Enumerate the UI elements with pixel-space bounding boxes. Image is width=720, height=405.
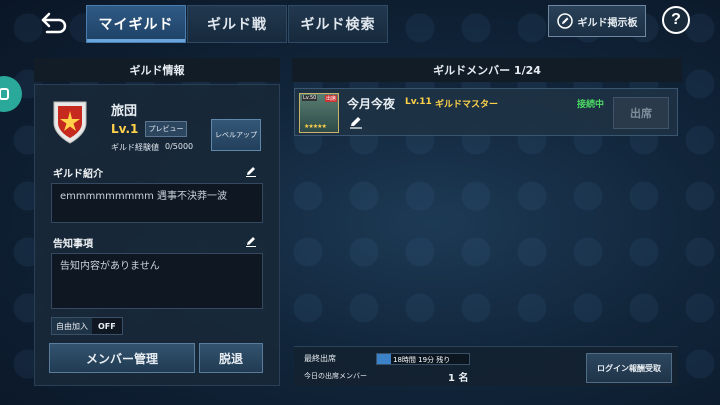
tab-my-guild[interactable]: マイギルド bbox=[86, 5, 186, 43]
guild-level: Lv.1 bbox=[111, 122, 139, 136]
today-attendance-count: 1 名 bbox=[448, 373, 469, 384]
member-status: 接続中 bbox=[577, 100, 605, 110]
guild-exp-value: 0/5000 bbox=[165, 142, 194, 151]
help-button[interactable]: ? bbox=[662, 6, 690, 34]
member-manage-button[interactable]: メンバー管理 bbox=[49, 343, 195, 373]
member-level: Lv.11 bbox=[405, 97, 432, 107]
top-bar: マイギルド ギルド戦 ギルド検索 ギルド掲示板 ? bbox=[0, 0, 720, 44]
last-attendance-label: 最終出席 bbox=[304, 354, 336, 363]
member-name: 今月今夜 bbox=[347, 97, 396, 111]
member-row[interactable]: Lv.50 出席 ★★★★★ 今月今夜 Lv.11 ギルドマスター 接続中 出席 bbox=[294, 88, 678, 136]
tab-guild-search[interactable]: ギルド検索 bbox=[288, 5, 388, 43]
avatar-stars: ★★★★★ bbox=[304, 123, 327, 130]
auto-join-toggle[interactable]: OFF bbox=[92, 318, 122, 334]
member-role: ギルドマスター bbox=[435, 100, 499, 110]
guild-exp-label: ギルド経験値 bbox=[111, 143, 159, 152]
side-menu-icon bbox=[0, 88, 9, 100]
pencil-circle-icon bbox=[556, 13, 573, 29]
back-arrow-icon bbox=[41, 12, 67, 34]
notice-label: 告知事項 bbox=[53, 239, 93, 250]
edit-member-icon[interactable] bbox=[349, 115, 363, 129]
tab-guild-battle[interactable]: ギルド戦 bbox=[187, 5, 287, 43]
auto-join-control: 自由加入 OFF bbox=[51, 317, 123, 335]
guild-board-button[interactable]: ギルド掲示板 bbox=[548, 5, 646, 37]
member-avatar[interactable]: Lv.50 出席 ★★★★★ bbox=[299, 93, 339, 133]
guild-members-header: ギルドメンバー 1/24 bbox=[292, 58, 682, 82]
guild-board-label: ギルド掲示板 bbox=[577, 17, 638, 29]
notice-text: 告知内容がありません bbox=[51, 253, 263, 309]
avatar-level: Lv.50 bbox=[302, 95, 318, 101]
back-button[interactable] bbox=[36, 8, 72, 36]
side-menu-tab[interactable] bbox=[0, 76, 22, 112]
level-up-button[interactable]: レベルアップ bbox=[211, 119, 261, 151]
attendance-bar: 最終出席 18時間 19分 残り 今日の出席メンバー 1 名 ログイン報酬受取 bbox=[294, 346, 678, 386]
guild-info-header: ギルド情報 bbox=[34, 58, 280, 82]
attendance-timer: 18時間 19分 残り bbox=[376, 353, 470, 365]
guild-exp: ギルド経験値 0/5000 bbox=[111, 142, 193, 153]
leave-guild-button[interactable]: 脱退 bbox=[199, 343, 263, 373]
edit-notice-icon[interactable] bbox=[245, 235, 257, 247]
guild-intro-label: ギルド紹介 bbox=[53, 169, 103, 180]
guild-name: 旅団 bbox=[111, 104, 138, 119]
guild-intro-text: emmmmmmmmm 遇事不決莽一波 bbox=[51, 183, 263, 223]
preview-button[interactable]: プレビュー bbox=[145, 121, 187, 137]
guild-emblem-icon bbox=[53, 101, 87, 144]
login-reward-button[interactable]: ログイン報酬受取 bbox=[586, 353, 672, 383]
attendance-timer-text: 18時間 19分 残り bbox=[393, 356, 451, 364]
today-attendance-label: 今日の出席メンバー bbox=[304, 372, 367, 380]
avatar-badge: 出席 bbox=[324, 95, 337, 102]
attendance-timer-fill bbox=[377, 354, 391, 364]
auto-join-label: 自由加入 bbox=[52, 318, 92, 334]
edit-intro-icon[interactable] bbox=[245, 165, 257, 177]
attend-button[interactable]: 出席 bbox=[613, 97, 669, 129]
guild-info-panel: 旅団 Lv.1 プレビュー ギルド経験値 0/5000 レベルアップ ギルド紹介… bbox=[34, 84, 280, 386]
